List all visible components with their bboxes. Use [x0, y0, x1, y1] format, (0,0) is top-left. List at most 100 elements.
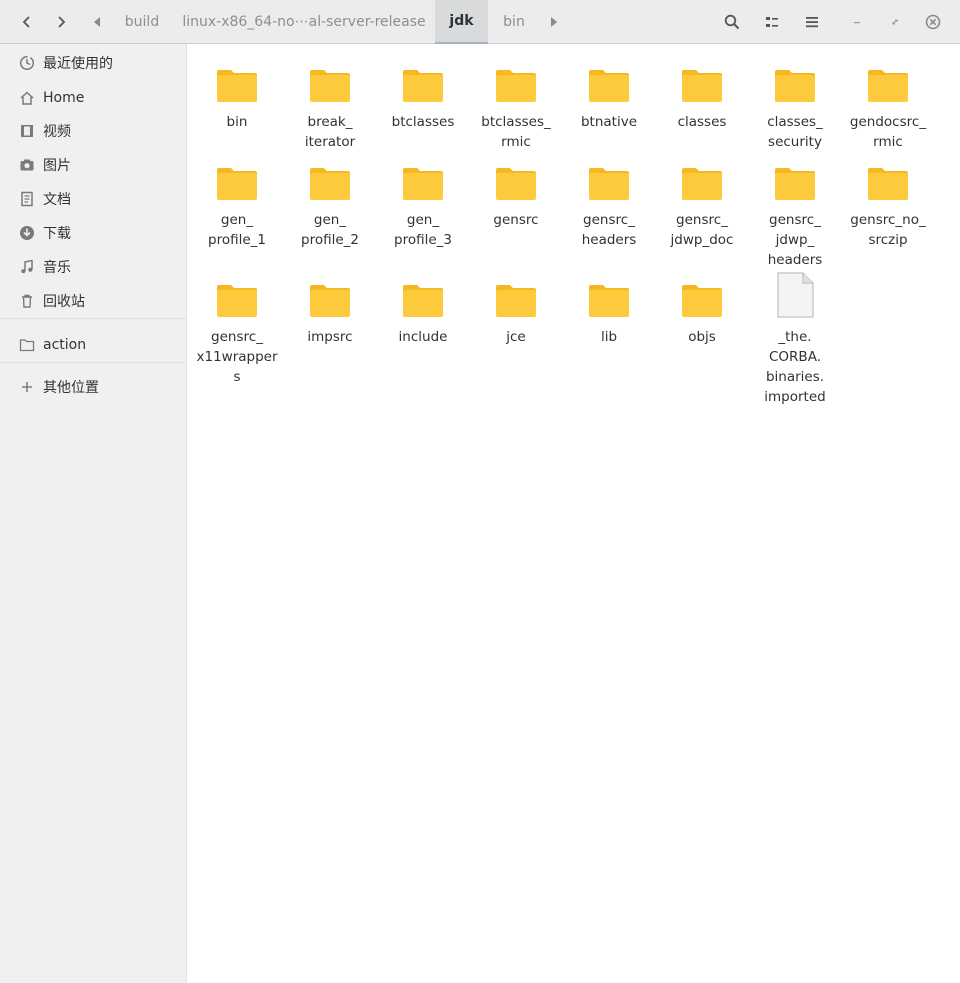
- folder-item[interactable]: lib: [564, 272, 654, 347]
- hamburger-icon: [806, 17, 818, 28]
- folder-item[interactable]: gensrc_ jdwp_ headers: [750, 155, 840, 270]
- download-icon: [18, 224, 36, 242]
- file-grid: bin break_ iterator btclasses btclasses_ rm…: [187, 44, 960, 983]
- file-name-label: gen_ profile_2: [301, 212, 359, 248]
- folder-item[interactable]: gendocsrc_ rmic: [843, 57, 933, 152]
- folder-item[interactable]: objs: [657, 272, 747, 347]
- file-name-label: btclasses_ rmic: [481, 114, 551, 150]
- home-icon: [18, 89, 36, 107]
- folder-item[interactable]: gensrc: [471, 155, 561, 230]
- music-icon: [18, 258, 36, 276]
- folder-item[interactable]: gen_ profile_1: [192, 155, 282, 250]
- folder-item[interactable]: btnative: [564, 57, 654, 132]
- sidebar-item-label: 下载: [43, 226, 71, 242]
- path-scroll-right-button[interactable]: [545, 0, 563, 44]
- file-name-label: gensrc_ jdwp_doc: [670, 212, 734, 248]
- breadcrumb-bin[interactable]: bin: [494, 0, 534, 44]
- sidebar-item-home[interactable]: Home: [0, 83, 186, 113]
- sidebar-item-music[interactable]: 音乐: [0, 252, 186, 282]
- menu-button[interactable]: [799, 0, 825, 44]
- sidebar-item-pictures[interactable]: 图片: [0, 150, 186, 180]
- minimize-button[interactable]: [847, 0, 867, 44]
- folder-item[interactable]: bin: [192, 57, 282, 132]
- chevron-right-icon: [58, 16, 66, 28]
- folder-icon: [774, 57, 816, 103]
- folder-icon: [681, 57, 723, 103]
- folder-item[interactable]: impsrc: [285, 272, 375, 347]
- sidebar-item-label: 文档: [43, 192, 71, 208]
- folder-icon: [588, 272, 630, 318]
- file-item[interactable]: _the. CORBA. binaries. imported: [750, 272, 840, 407]
- sidebar-item-recent[interactable]: 最近使用的: [0, 48, 186, 78]
- sidebar-item-other-locations[interactable]: 其他位置: [0, 372, 186, 402]
- folder-icon: [495, 155, 537, 201]
- close-button[interactable]: [923, 0, 943, 44]
- folder-item[interactable]: include: [378, 272, 468, 347]
- triangle-left-icon: [94, 17, 100, 27]
- folder-icon: [309, 272, 351, 318]
- folder-icon: [309, 155, 351, 201]
- plus-icon: [18, 378, 36, 396]
- folder-icon: [495, 57, 537, 103]
- file-name-label: gensrc_no_ srczip: [850, 212, 926, 248]
- file-name-label: gendocsrc_ rmic: [849, 114, 927, 150]
- folder-item[interactable]: btclasses_ rmic: [471, 57, 561, 152]
- folder-icon: [681, 155, 723, 201]
- view-list-icon: [766, 17, 778, 27]
- breadcrumb-release[interactable]: linux-x86_64-no⋯al-server-release: [180, 0, 428, 44]
- file-name-label: gen_ profile_3: [394, 212, 452, 248]
- folder-icon: [588, 155, 630, 201]
- search-icon: [724, 14, 740, 30]
- folder-icon: [216, 155, 258, 201]
- folder-item[interactable]: classes: [657, 57, 747, 132]
- file-name-label: impsrc: [307, 329, 353, 345]
- folder-item[interactable]: gensrc_ jdwp_doc: [657, 155, 747, 250]
- maximize-button[interactable]: [885, 0, 905, 44]
- sidebar-item-label: 其他位置: [43, 380, 99, 396]
- sidebar-item-label: 最近使用的: [43, 56, 113, 72]
- folder-icon: [402, 57, 444, 103]
- breadcrumb-jdk[interactable]: jdk: [435, 0, 488, 44]
- file-name-label: btclasses: [391, 114, 455, 130]
- close-icon: [925, 14, 941, 30]
- forward-button[interactable]: [48, 0, 74, 44]
- sidebar-separator: [0, 362, 186, 363]
- sidebar-item-downloads[interactable]: 下载: [0, 218, 186, 248]
- document-icon: [774, 272, 816, 318]
- folder-item[interactable]: gensrc_ headers: [564, 155, 654, 250]
- folder-item[interactable]: jce: [471, 272, 561, 347]
- file-name-label: gensrc: [493, 212, 539, 228]
- file-name-label: break_ iterator: [304, 114, 356, 150]
- sidebar-item-videos[interactable]: 视频: [0, 116, 186, 146]
- sidebar-item-documents[interactable]: 文档: [0, 184, 186, 214]
- search-button[interactable]: [719, 0, 745, 44]
- folder-item[interactable]: classes_ security: [750, 57, 840, 152]
- sidebar-item-trash[interactable]: 回收站: [0, 286, 186, 316]
- folder-item[interactable]: btclasses: [378, 57, 468, 132]
- folder-item[interactable]: break_ iterator: [285, 57, 375, 152]
- sidebar-item-action[interactable]: action: [0, 330, 186, 360]
- document-icon: [18, 190, 36, 208]
- sidebar-item-label: 图片: [43, 158, 71, 174]
- folder-item[interactable]: gensrc_no_ srczip: [843, 155, 933, 250]
- minimize-icon: [854, 22, 860, 24]
- folder-icon: [216, 57, 258, 103]
- folder-item[interactable]: gen_ profile_3: [378, 155, 468, 250]
- trash-icon: [18, 292, 36, 310]
- file-name-label: gensrc_ x11wrapper s: [196, 329, 278, 385]
- file-name-label: btnative: [580, 114, 638, 130]
- folder-icon: [681, 272, 723, 318]
- file-name-label: _the. CORBA. binaries. imported: [764, 329, 826, 405]
- folder-item[interactable]: gensrc_ x11wrapper s: [192, 272, 282, 387]
- folder-icon: [216, 272, 258, 318]
- view-mode-button[interactable]: [759, 0, 785, 44]
- folder-icon: [867, 155, 909, 201]
- file-name-label: classes_ security: [767, 114, 823, 150]
- back-button[interactable]: [14, 0, 40, 44]
- folder-item[interactable]: gen_ profile_2: [285, 155, 375, 250]
- file-name-label: gen_ profile_1: [208, 212, 266, 248]
- folder-icon: [495, 272, 537, 318]
- breadcrumb-build[interactable]: build: [114, 0, 170, 44]
- camera-icon: [18, 156, 36, 174]
- path-scroll-left-button[interactable]: [88, 0, 106, 44]
